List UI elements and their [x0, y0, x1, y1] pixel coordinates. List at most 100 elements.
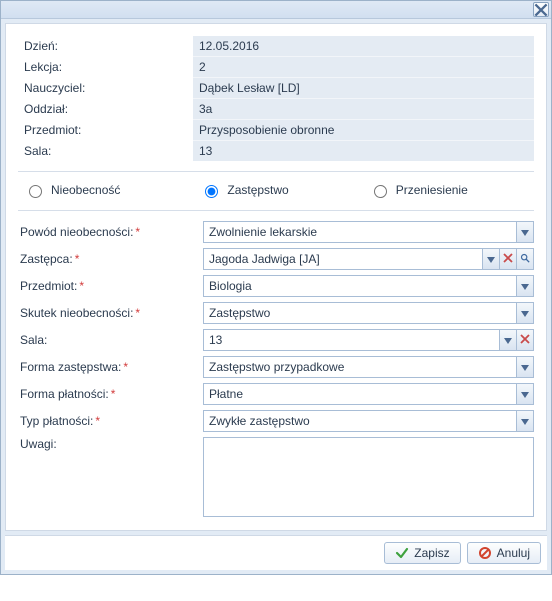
radio-nieobecnosc-label: Nieobecność	[51, 183, 120, 197]
dialog-footer: Zapisz Anuluj	[5, 535, 547, 570]
info-value-oddzial: 3a	[193, 99, 534, 120]
radio-przeniesienie-input[interactable]	[374, 185, 387, 198]
info-label-lekcja: Lekcja:	[18, 57, 193, 78]
combo-forma-plat-trigger[interactable]	[516, 384, 533, 404]
info-label-oddzial: Oddział:	[18, 99, 193, 120]
combo-przedmiot[interactable]	[203, 275, 534, 297]
chevron-down-icon	[521, 414, 529, 428]
info-label-przedmiot: Przedmiot:	[18, 120, 193, 141]
combo-sala[interactable]	[203, 329, 534, 351]
combo-forma-plat-input[interactable]	[204, 384, 516, 404]
dialog-window: Dzień: 12.05.2016 Lekcja: 2 Nauczyciel: …	[0, 0, 552, 575]
radio-przeniesienie-label: Przeniesienie	[396, 183, 468, 197]
info-label-nauczyciel: Nauczyciel:	[18, 78, 193, 99]
combo-zastepca[interactable]	[203, 248, 534, 270]
forbidden-icon	[478, 546, 492, 560]
save-button-label: Zapisz	[414, 546, 449, 560]
cancel-button-label: Anuluj	[497, 546, 530, 560]
row-powod: Powód nieobecności:*	[18, 221, 534, 243]
info-label-sala: Sala:	[18, 141, 193, 162]
info-label-dzien: Dzień:	[18, 36, 193, 57]
label-forma-plat: Forma płatności:*	[18, 387, 203, 401]
label-uwagi-text: Uwagi:	[20, 437, 57, 451]
info-table: Dzień: 12.05.2016 Lekcja: 2 Nauczyciel: …	[18, 36, 534, 161]
save-button[interactable]: Zapisz	[384, 542, 460, 564]
label-przedmiot: Przedmiot:*	[18, 279, 203, 293]
combo-typ-plat-trigger[interactable]	[516, 411, 533, 431]
cancel-button[interactable]: Anuluj	[467, 542, 541, 564]
combo-przedmiot-input[interactable]	[204, 276, 516, 296]
dialog-body: Dzień: 12.05.2016 Lekcja: 2 Nauczyciel: …	[5, 23, 547, 531]
label-typ-plat: Typ płatności:*	[18, 414, 203, 428]
combo-powod-trigger[interactable]	[516, 222, 533, 242]
combo-forma-plat[interactable]	[203, 383, 534, 405]
combo-skutek-trigger[interactable]	[516, 303, 533, 323]
label-skutek: Skutek nieobecności:*	[18, 306, 203, 320]
combo-przedmiot-trigger[interactable]	[516, 276, 533, 296]
label-powod-text: Powód nieobecności:	[20, 225, 133, 239]
row-skutek: Skutek nieobecności:*	[18, 302, 534, 324]
label-przedmiot-text: Przedmiot:	[20, 279, 77, 293]
combo-skutek[interactable]	[203, 302, 534, 324]
required-mark: *	[95, 414, 100, 428]
clear-icon	[503, 252, 513, 266]
radio-nieobecnosc[interactable]: Nieobecność	[24, 182, 120, 198]
required-mark: *	[123, 360, 128, 374]
required-mark: *	[135, 225, 140, 239]
required-mark: *	[75, 252, 80, 266]
radio-group-type: Nieobecność Zastępstwo Przeniesienie	[18, 182, 534, 202]
chevron-down-icon	[521, 225, 529, 239]
label-forma-zast: Forma zastępstwa:*	[18, 360, 203, 374]
combo-sala-input[interactable]	[204, 330, 499, 350]
label-uwagi: Uwagi:	[18, 437, 203, 451]
label-forma-plat-text: Forma płatności:	[20, 387, 109, 401]
combo-skutek-input[interactable]	[204, 303, 516, 323]
search-icon	[520, 252, 530, 266]
combo-sala-trigger[interactable]	[499, 330, 516, 350]
combo-powod[interactable]	[203, 221, 534, 243]
chevron-down-icon	[521, 279, 529, 293]
radio-przeniesienie[interactable]: Przeniesienie	[369, 182, 468, 198]
radio-zastepstwo-input[interactable]	[205, 185, 218, 198]
chevron-down-icon	[487, 252, 495, 266]
row-forma-zast: Forma zastępstwa:*	[18, 356, 534, 378]
chevron-down-icon	[521, 387, 529, 401]
combo-zastepca-trigger[interactable]	[482, 249, 499, 269]
textarea-uwagi[interactable]	[203, 437, 534, 517]
clear-icon	[520, 333, 530, 347]
label-typ-plat-text: Typ płatności:	[20, 414, 93, 428]
sala-clear-trigger[interactable]	[516, 330, 533, 350]
combo-forma-zast[interactable]	[203, 356, 534, 378]
radio-nieobecnosc-input[interactable]	[29, 185, 42, 198]
label-sala-text: Sala:	[20, 333, 47, 347]
zastepca-search-trigger[interactable]	[516, 249, 533, 269]
label-sala: Sala:	[18, 333, 203, 347]
label-powod: Powód nieobecności:*	[18, 225, 203, 239]
chevron-down-icon	[504, 333, 512, 347]
separator	[18, 171, 534, 172]
label-zastepca-text: Zastępca:	[20, 252, 73, 266]
combo-forma-zast-input[interactable]	[204, 357, 516, 377]
row-uwagi: Uwagi:	[18, 437, 534, 517]
combo-powod-input[interactable]	[204, 222, 516, 242]
required-mark: *	[79, 279, 84, 293]
row-forma-plat: Forma płatności:*	[18, 383, 534, 405]
radio-zastepstwo-label: Zastępstwo	[227, 183, 288, 197]
chevron-down-icon	[521, 360, 529, 374]
combo-typ-plat-input[interactable]	[204, 411, 516, 431]
zastepca-clear-trigger[interactable]	[499, 249, 516, 269]
label-zastepca: Zastępca:*	[18, 252, 203, 266]
close-button[interactable]	[533, 2, 549, 17]
combo-forma-zast-trigger[interactable]	[516, 357, 533, 377]
row-typ-plat: Typ płatności:*	[18, 410, 534, 432]
combo-zastepca-input[interactable]	[204, 249, 482, 269]
close-icon	[534, 3, 548, 17]
required-mark: *	[135, 306, 140, 320]
required-mark: *	[111, 387, 116, 401]
combo-typ-plat[interactable]	[203, 410, 534, 432]
radio-zastepstwo[interactable]: Zastępstwo	[200, 182, 288, 198]
label-forma-zast-text: Forma zastępstwa:	[20, 360, 121, 374]
row-sala: Sala:	[18, 329, 534, 351]
chevron-down-icon	[521, 306, 529, 320]
info-value-przedmiot: Przysposobienie obronne	[193, 120, 534, 141]
